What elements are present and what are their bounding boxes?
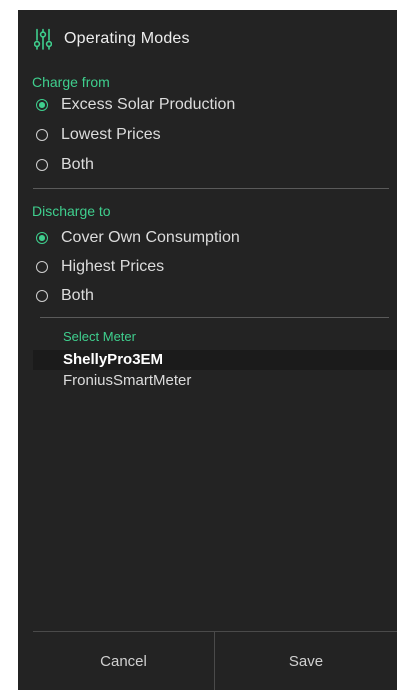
operating-modes-dialog: Operating Modes Charge from Excess Solar… [18,10,397,690]
cancel-button[interactable]: Cancel [33,632,214,690]
radio-unchecked-icon[interactable] [36,129,48,141]
discharge-option-label: Cover Own Consumption [61,229,240,246]
meter-item-froniussmartmeter[interactable]: FroniusSmartMeter [33,371,397,391]
radio-checked-icon[interactable] [36,232,48,244]
discharge-option-cover-consumption[interactable]: Cover Own Consumption [36,227,240,249]
charge-option-both[interactable]: Both [36,154,94,176]
save-button[interactable]: Save [215,632,397,690]
dialog-header: Operating Modes [34,28,190,50]
discharge-to-label: Discharge to [32,203,111,219]
charge-option-lowest-prices[interactable]: Lowest Prices [36,124,161,146]
discharge-option-label: Highest Prices [61,258,165,275]
section-divider [40,317,389,318]
select-meter-label: Select Meter [63,329,136,344]
radio-unchecked-icon[interactable] [36,290,48,302]
radio-unchecked-icon[interactable] [36,159,48,171]
charge-option-label: Both [61,156,94,173]
charge-option-label: Excess Solar Production [61,96,236,113]
section-divider [33,188,389,189]
charge-option-label: Lowest Prices [61,126,161,143]
discharge-option-label: Both [61,287,94,304]
discharge-option-both[interactable]: Both [36,285,94,307]
discharge-option-highest-prices[interactable]: Highest Prices [36,256,164,278]
charge-option-excess-solar[interactable]: Excess Solar Production [36,94,235,116]
meter-item-shellypro3em[interactable]: ShellyPro3EM [33,350,397,370]
radio-checked-icon[interactable] [36,99,48,111]
charge-from-label: Charge from [32,74,110,90]
radio-unchecked-icon[interactable] [36,261,48,273]
dialog-title: Operating Modes [64,30,190,47]
sliders-icon [34,28,52,50]
